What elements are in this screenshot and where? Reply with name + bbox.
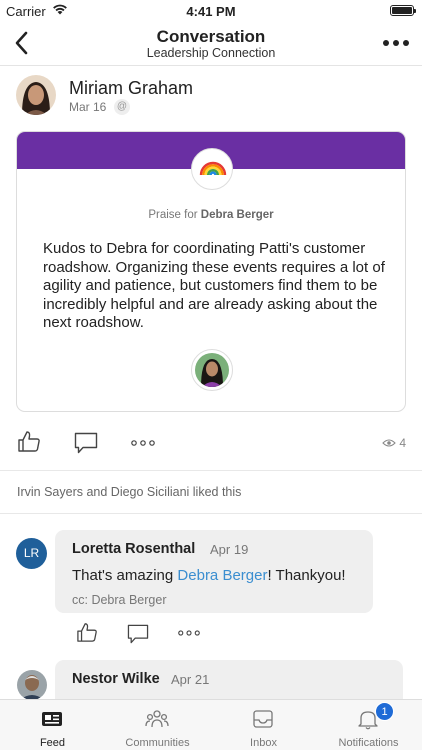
battery-level: [392, 7, 412, 14]
comment-icon[interactable]: [74, 432, 98, 454]
post-date: Mar 16: [69, 100, 107, 114]
inbox-icon: [253, 710, 273, 728]
thumbs-up-icon[interactable]: [76, 622, 98, 642]
comment-text: That's amazing: [72, 567, 178, 584]
clock: 4:41 PM: [186, 4, 236, 19]
rainbow-icon: [191, 148, 233, 190]
divider: [0, 513, 422, 514]
likes-summary[interactable]: Irvin Sayers and Diego Siciliani liked t…: [17, 485, 241, 499]
tab-label: Communities: [125, 737, 190, 749]
divider: [0, 470, 422, 471]
tab-label: Feed: [39, 737, 66, 749]
tab-notifications[interactable]: 1 Notifications: [316, 700, 421, 750]
tab-label: Inbox: [250, 737, 277, 749]
battery-icon: [390, 5, 416, 16]
mention-link[interactable]: Debra Berger: [177, 567, 267, 584]
view-count: 4: [382, 436, 406, 450]
page-title: Conversation: [156, 27, 266, 46]
group-name[interactable]: Leadership Connection: [0, 46, 422, 60]
avatar[interactable]: [16, 75, 56, 115]
status-bar: Carrier 4:41 PM: [0, 0, 422, 22]
praise-recipient[interactable]: Debra Berger: [201, 209, 274, 221]
comment-date: Apr 19: [210, 542, 249, 557]
post-author[interactable]: Miriam Graham: [69, 78, 193, 99]
comment-icon[interactable]: [127, 624, 149, 644]
comment-body: That's amazing Debra Berger! Thankyou!: [72, 567, 346, 584]
tab-label: Notifications: [338, 737, 399, 749]
comment-text-end: ! Thankyou!: [267, 567, 346, 584]
comment-cc: cc: Debra Berger: [72, 593, 167, 607]
tab-bar: Feed Communities Inbox 1 Notifications: [0, 699, 422, 750]
tab-communities[interactable]: Communities: [105, 700, 210, 750]
comment-bubble: Loretta Rosenthal Apr 19 That's amazing …: [55, 530, 373, 613]
conversation-screen: Carrier 4:41 PM Conversation Leadership …: [0, 0, 422, 750]
praise-label: Praise for Debra Berger: [17, 209, 405, 221]
avatar[interactable]: [17, 670, 47, 700]
comment-author[interactable]: Loretta Rosenthal: [72, 541, 195, 557]
praise-card: Praise for Debra Berger Kudos to Debra f…: [16, 131, 406, 412]
thumbs-up-icon[interactable]: [17, 430, 41, 452]
navigation-bar: Conversation Leadership Connection: [0, 22, 422, 66]
praise-prefix: Praise for: [148, 209, 198, 221]
communities-icon: [145, 710, 169, 728]
recipient-avatar[interactable]: [191, 349, 233, 391]
feed-icon: [42, 712, 62, 726]
eye-icon: [382, 439, 396, 447]
view-count-value: 4: [399, 436, 406, 450]
tab-feed[interactable]: Feed: [0, 700, 105, 750]
comment-author[interactable]: Nestor Wilke: [72, 671, 160, 687]
notification-badge: 1: [375, 702, 394, 721]
tab-inbox[interactable]: Inbox: [211, 700, 316, 750]
praise-message: Kudos to Debra for coordinating Patti's …: [43, 240, 385, 331]
more-horizontal-icon[interactable]: [178, 630, 200, 636]
mention-badge: @: [114, 99, 130, 115]
more-horizontal-icon[interactable]: [131, 440, 155, 446]
comment-date: Apr 21: [171, 672, 210, 687]
more-horizontal-icon[interactable]: [382, 36, 410, 50]
avatar[interactable]: LR: [16, 538, 47, 569]
